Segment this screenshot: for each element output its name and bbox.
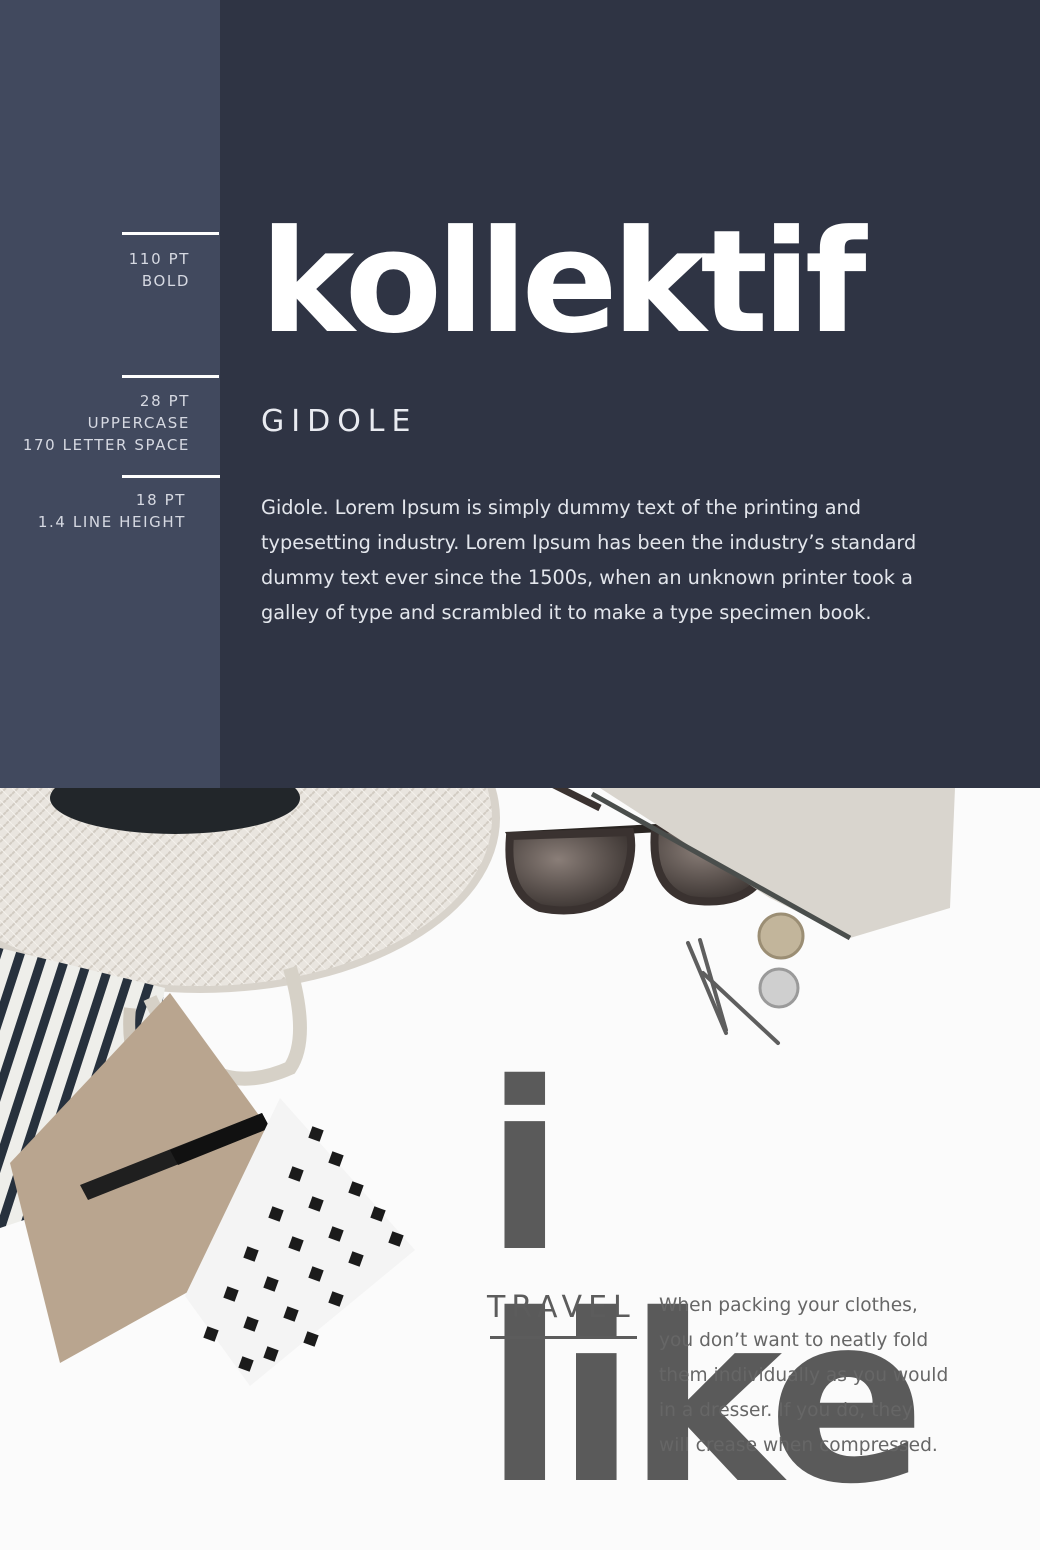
caption-line: will crease when compressed. — [659, 1435, 938, 1456]
body-paragraph: Gidole. Lorem Ipsum is simply dummy text… — [261, 490, 981, 630]
tag-underline — [490, 1336, 637, 1339]
caption-line: When packing your clothes, — [659, 1295, 918, 1316]
spec-line: BOLD — [141, 272, 190, 290]
caps-word: GIDOLE — [261, 404, 418, 439]
spec-divider — [122, 375, 219, 378]
spec-divider — [122, 475, 220, 478]
spec-display: 110 PT BOLD — [0, 248, 190, 292]
body-line: Gidole. Lorem Ipsum is simply dummy text… — [261, 496, 861, 519]
spec-line: 110 PT — [128, 250, 190, 268]
tag-label: TRAVEL — [487, 1290, 636, 1325]
spec-line: 28 PT — [139, 392, 190, 410]
display-word: kollektif — [260, 200, 867, 365]
spec-line: UPPERCASE — [87, 414, 190, 432]
spec-body: 18 PT 1.4 LINE HEIGHT — [0, 489, 186, 533]
body-line: dummy text ever since the 1500s, when an… — [261, 566, 913, 589]
caption-line: in a dresser. If you do, they — [659, 1400, 913, 1421]
straw-hat-image — [0, 788, 500, 993]
spec-caps: 28 PT UPPERCASE 170 LETTER SPACE — [0, 390, 190, 456]
coin-image — [757, 912, 805, 960]
caption-paragraph: When packing your clothes, you don’t wan… — [659, 1288, 948, 1463]
spec-line: 1.4 LINE HEIGHT — [37, 513, 186, 531]
spec-divider — [122, 232, 219, 235]
caption-line: them individually as you would — [659, 1365, 949, 1386]
spec-line: 18 PT — [135, 491, 186, 509]
body-line: galley of type and scrambled it to make … — [261, 601, 872, 624]
coin-image — [758, 967, 800, 1009]
spec-line: 170 LETTER SPACE — [22, 436, 190, 454]
caption-line: you don’t want to neatly fold — [659, 1330, 929, 1351]
body-line: typesetting industry. Lorem Ipsum has be… — [261, 531, 917, 554]
